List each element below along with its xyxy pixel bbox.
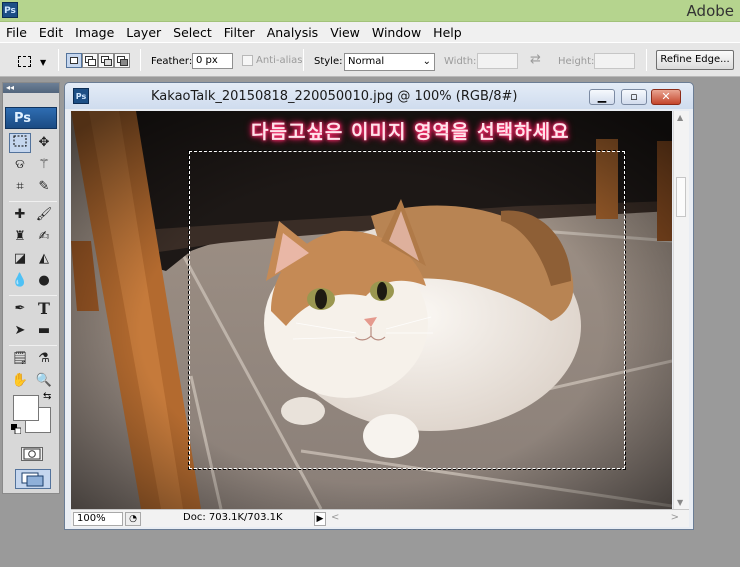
scroll-down-icon[interactable]: ▼: [677, 498, 683, 507]
document-titlebar[interactable]: Ps KakaoTalk_20150818_220050010.jpg @ 10…: [65, 83, 693, 109]
swap-dimensions-icon[interactable]: ⇄: [530, 52, 541, 67]
divider: [140, 49, 141, 71]
brush-icon[interactable]: 🖌: [33, 205, 55, 225]
photoshop-logo-icon: Ps: [2, 2, 18, 18]
vertical-scrollbar[interactable]: ▲ ▼: [673, 111, 689, 509]
status-menu-arrow-icon[interactable]: ▶: [314, 512, 326, 526]
marquee-selection[interactable]: [188, 150, 626, 470]
rectangular-marquee-icon[interactable]: [9, 133, 31, 153]
history-brush-icon[interactable]: ✍: [33, 227, 55, 247]
chevron-down-icon: ⌄: [422, 56, 431, 67]
menu-filter[interactable]: Filter: [224, 25, 255, 40]
options-bar: ▼ Feather: 0 px Anti-alias Style: Normal…: [0, 42, 740, 77]
marquee-preset-icon: [18, 56, 31, 67]
document-size-text: Doc: 703.1K/703.1K: [183, 512, 283, 523]
swap-colors-icon[interactable]: ⇆: [43, 391, 51, 402]
status-info-icon[interactable]: ◔: [125, 512, 141, 526]
healing-brush-icon[interactable]: ✚: [9, 205, 31, 225]
photoshop-logo-icon: Ps: [5, 107, 57, 129]
zoom-icon[interactable]: 🔍: [33, 371, 55, 391]
path-selection-icon[interactable]: ➤: [9, 321, 31, 341]
menu-window[interactable]: Window: [372, 25, 421, 40]
move-icon[interactable]: ✥: [33, 133, 55, 153]
close-button[interactable]: ✕: [651, 89, 681, 105]
document-window: Ps KakaoTalk_20150818_220050010.jpg @ 10…: [64, 82, 694, 530]
scroll-right-icon[interactable]: >: [671, 512, 679, 523]
clone-stamp-icon[interactable]: ♜: [9, 227, 31, 247]
document-title: KakaoTalk_20150818_220050010.jpg @ 100% …: [151, 89, 518, 104]
anti-alias-label: Anti-alias: [256, 55, 303, 66]
quick-mask-button[interactable]: [21, 447, 43, 461]
menu-edit[interactable]: Edit: [39, 25, 63, 40]
height-label: Height:: [558, 56, 595, 67]
menu-help[interactable]: Help: [433, 25, 462, 40]
menu-layer[interactable]: Layer: [126, 25, 161, 40]
minimize-icon: ▁: [597, 90, 607, 103]
crop-icon[interactable]: ⌗: [9, 177, 31, 197]
menu-select[interactable]: Select: [173, 25, 212, 40]
magic-wand-icon[interactable]: ⚚: [33, 155, 55, 175]
scroll-up-icon[interactable]: ▲: [677, 113, 683, 122]
photoshop-document-icon: Ps: [73, 88, 89, 104]
tool-preset-picker[interactable]: ▼: [14, 51, 50, 71]
subtract-from-selection-button[interactable]: [98, 53, 114, 68]
blur-icon[interactable]: 💧: [9, 271, 31, 291]
menu-file[interactable]: File: [6, 25, 27, 40]
divider: [303, 49, 304, 71]
feather-input[interactable]: 0 px: [192, 53, 233, 69]
intersect-selection-button[interactable]: [114, 53, 130, 68]
default-colors-icon[interactable]: [11, 423, 22, 435]
scroll-thumb[interactable]: [676, 177, 686, 217]
instruction-overlay-text: 다듬고싶은 이미지 영역을 선택하세요: [251, 121, 570, 143]
divider: [58, 49, 59, 71]
style-label: Style:: [314, 56, 343, 67]
image-canvas[interactable]: 다듬고싶은 이미지 영역을 선택하세요: [71, 111, 672, 509]
anti-alias-checkbox[interactable]: [242, 55, 253, 66]
lasso-icon[interactable]: ଡ: [9, 155, 31, 175]
add-to-selection-button[interactable]: [82, 53, 98, 68]
maximize-icon: ▫: [630, 90, 638, 103]
pen-icon[interactable]: ✒: [9, 299, 31, 319]
rectangle-shape-icon[interactable]: ▬: [33, 321, 55, 341]
zoom-level-field[interactable]: 100%: [73, 512, 123, 526]
style-select-value: Normal: [348, 56, 385, 67]
refine-edge-button[interactable]: Refine Edge...: [656, 50, 734, 70]
close-icon: ✕: [661, 90, 671, 103]
status-bar: 100% ◔ Doc: 703.1K/703.1K ▶ < >: [71, 509, 689, 527]
notes-icon[interactable]: 🗒: [9, 349, 31, 369]
type-icon[interactable]: T: [33, 299, 55, 319]
style-select[interactable]: Normal ⌄: [344, 53, 435, 71]
maximize-button[interactable]: ▫: [621, 89, 647, 105]
foreground-color-swatch[interactable]: [13, 395, 39, 421]
dodge-icon[interactable]: ●: [33, 271, 55, 291]
minimize-button[interactable]: ▁: [589, 89, 615, 105]
app-titlebar: Ps Adobe: [0, 0, 740, 22]
menu-analysis[interactable]: Analysis: [267, 25, 319, 40]
panel-collapse-handle[interactable]: ◂◂: [3, 83, 59, 93]
new-selection-icon: [70, 57, 78, 64]
width-label: Width:: [444, 56, 477, 67]
width-input[interactable]: [477, 53, 518, 69]
height-input[interactable]: [594, 53, 635, 69]
menu-bar: File Edit Image Layer Select Filter Anal…: [0, 22, 740, 42]
tools-panel: ◂◂ Ps ✥ ଡ ⚚ ⌗ ✎ ✚ 🖌 ♜ ✍ ◪ ◭ 💧 ● ✒ T ➤ ▬ …: [2, 82, 60, 494]
chevron-down-icon: ▼: [40, 58, 47, 67]
app-title: Adobe: [686, 2, 734, 20]
eraser-icon[interactable]: ◪: [9, 249, 31, 269]
eyedropper-icon[interactable]: ⚗: [33, 349, 55, 369]
menu-view[interactable]: View: [330, 25, 360, 40]
divider: [646, 49, 647, 71]
screen-mode-button[interactable]: [15, 469, 51, 489]
scroll-left-icon[interactable]: <: [331, 512, 339, 523]
feather-label: Feather:: [151, 56, 193, 67]
menu-image[interactable]: Image: [75, 25, 114, 40]
paint-bucket-icon[interactable]: ◭: [33, 249, 55, 269]
hand-icon[interactable]: ✋: [9, 371, 31, 391]
slice-icon[interactable]: ✎: [33, 177, 55, 197]
new-selection-button[interactable]: [66, 53, 82, 68]
